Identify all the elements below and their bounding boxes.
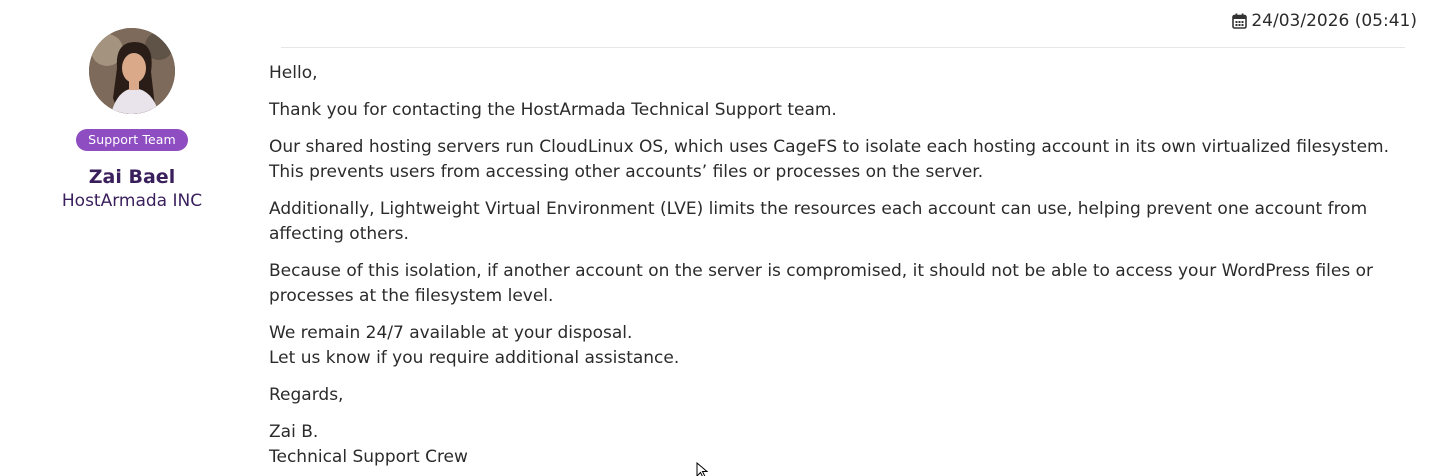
- message-body: Hello, Thank you for contacting the Host…: [269, 61, 1429, 476]
- greeting: Hello,: [269, 63, 318, 83]
- support-team-badge: Support Team: [76, 129, 188, 151]
- availability-line-2: Let us know if you require additional as…: [269, 348, 680, 368]
- isolation-paragraph: Because of this isolation, if another ac…: [269, 261, 1373, 306]
- availability-line-1: We remain 24/7 available at your disposa…: [269, 323, 633, 343]
- cloudlinux-paragraph: Our shared hosting servers run CloudLinu…: [269, 135, 1429, 185]
- avatar: [89, 28, 175, 114]
- author-company: HostArmada INC: [61, 191, 203, 211]
- mouse-pointer-icon: [696, 461, 710, 476]
- reply-timestamp: 24/03/2026 (05:41): [1232, 11, 1417, 31]
- signature-title: Technical Support Crew: [269, 447, 468, 467]
- availability-paragraph: We remain 24/7 available at your disposa…: [269, 321, 1429, 371]
- signature: Zai B. Technical Support Crew: [269, 420, 1429, 470]
- timestamp-text: 24/03/2026 (05:41): [1251, 11, 1417, 31]
- cloudlinux-line-2: This prevents users from accessing other…: [269, 162, 984, 182]
- signature-name: Zai B.: [269, 422, 319, 442]
- cloudlinux-line-1: Our shared hosting servers run CloudLinu…: [269, 137, 1389, 157]
- author-name: Zai Bael: [88, 166, 176, 188]
- author-panel: Support Team Zai Bael HostArmada INC: [32, 28, 232, 211]
- header-divider: [281, 47, 1405, 48]
- thanks-paragraph: Thank you for contacting the HostArmada …: [269, 100, 837, 120]
- calendar-icon: [1232, 13, 1248, 29]
- regards: Regards,: [269, 385, 344, 405]
- ticket-reply: Support Team Zai Bael HostArmada INC 24/…: [0, 0, 1450, 476]
- lve-paragraph: Additionally, Lightweight Virtual Enviro…: [269, 199, 1368, 244]
